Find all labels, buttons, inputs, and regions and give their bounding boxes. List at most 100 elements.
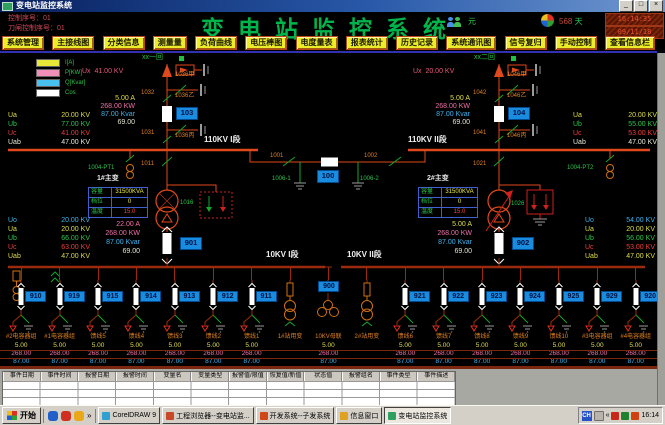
- feeder-label: 馈线1: [232, 334, 270, 341]
- breaker-100[interactable]: 100: [317, 170, 339, 183]
- feeder-drop-line: [59, 267, 60, 280]
- breaker-902[interactable]: 902: [512, 237, 534, 250]
- feeder-column: 1#站用变: [271, 267, 309, 366]
- quick-launch-icon-2[interactable]: [61, 411, 71, 421]
- menu-button[interactable]: 系统管理: [2, 36, 44, 50]
- legend-row: I[A]: [36, 58, 85, 68]
- feeder-current: 5.00: [2, 341, 40, 350]
- taskbar-task[interactable]: 工程浏览器--变电站监...: [162, 407, 254, 424]
- breaker-ground-symbol: [386, 280, 424, 334]
- printer-icon[interactable]: [594, 411, 604, 421]
- windows-logo-icon: [541, 14, 554, 27]
- separator-line: [0, 350, 657, 351]
- menu-button[interactable]: 报表统计: [346, 36, 388, 50]
- pt1-label: 1004-PT1: [88, 165, 114, 172]
- minimize-button[interactable]: _: [619, 0, 633, 12]
- line1-current: 5.00 A: [83, 95, 135, 103]
- alarm-column-header: 状态值: [304, 372, 342, 381]
- disconnector-id: 1011: [141, 161, 154, 168]
- feeder-drop-line: [558, 267, 559, 280]
- menu-button[interactable]: 电压棒图: [245, 36, 287, 50]
- alarm-table-row[interactable]: [3, 381, 455, 389]
- menu-button[interactable]: 信号复归: [505, 36, 547, 50]
- task-icon: [166, 412, 174, 420]
- taskbar-task[interactable]: 变电站监控系统: [384, 407, 451, 424]
- quick-launch-icon-3[interactable]: [74, 411, 84, 421]
- legend-label: P[KW]: [65, 70, 82, 76]
- feeder-current: 5.00: [40, 341, 78, 350]
- taskbar-task[interactable]: 开发系统--子发系统: [256, 407, 335, 424]
- task-icon: [102, 412, 110, 420]
- feeder-drop-line: [251, 267, 252, 280]
- feeder-label: 1#站用变: [271, 334, 309, 341]
- t1-power: 268.00 KW: [86, 230, 140, 239]
- feeder-current: 5.00: [386, 341, 424, 350]
- menu-button[interactable]: 查看信息栏: [605, 36, 655, 50]
- line1-measurements: 5.00 A 268.00 KW 87.00 Kvar 69.00: [83, 95, 135, 127]
- station-transformer-symbol: [348, 280, 386, 334]
- breaker-number-box[interactable]: 920: [640, 291, 657, 302]
- menu-button[interactable]: 历史记录: [396, 36, 438, 50]
- task-icon: [260, 412, 268, 420]
- line1-reactive: 87.00 Kvar: [83, 111, 135, 119]
- feeder-label: 2#站用变: [348, 334, 386, 341]
- feeder-power: 268.00: [117, 350, 155, 358]
- feeder-current: 5.00: [424, 341, 462, 350]
- voltage-row: Ua20.00 KV: [8, 225, 90, 234]
- alarm-column-header: 报警时间: [116, 372, 154, 381]
- line2-power: 268.00 KW: [418, 103, 470, 111]
- feeder-current: 5.00: [309, 341, 347, 350]
- tray-overflow-chevron[interactable]: «: [606, 412, 610, 419]
- quick-launch: »: [43, 409, 96, 423]
- voltage-row: Uab47.00 KV: [585, 252, 655, 261]
- menu-button[interactable]: 分类信息: [103, 36, 145, 50]
- feeder-drop-line: [290, 267, 291, 280]
- taskbar-task[interactable]: 信息窗口: [336, 407, 382, 424]
- close-button[interactable]: ×: [649, 0, 663, 12]
- line1-power: 268.00 KW: [83, 103, 135, 111]
- alarm-column-header: 事件描述: [417, 372, 455, 381]
- menu-button[interactable]: 电度量表: [296, 36, 338, 50]
- breaker-number-box[interactable]: 900: [318, 281, 339, 292]
- language-indicator[interactable]: CH: [582, 411, 592, 421]
- system-tray: CH « 16:14: [578, 407, 663, 424]
- quick-launch-icon-1[interactable]: [48, 411, 58, 421]
- feeder-label: 馈线7: [424, 334, 462, 341]
- bus110-right-voltages: Ua20.00 KVUb55.00 KVUc53.00 KVUab47.00 K…: [573, 111, 657, 147]
- maximize-button[interactable]: □: [634, 0, 648, 12]
- feeder-column: 922 馈线7 5.00 268.00 87.00: [424, 267, 462, 366]
- right-panel-band: [657, 53, 665, 405]
- menu-button[interactable]: 主接线图: [52, 36, 94, 50]
- alarm-table-row[interactable]: [3, 397, 455, 405]
- menu-button[interactable]: 手动控制: [555, 36, 597, 50]
- feeder-current: 5.00: [117, 341, 155, 350]
- voltage-row: Uab47.00 KV: [573, 138, 657, 147]
- session-value: 元: [468, 17, 476, 26]
- quick-launch-overflow[interactable]: »: [87, 411, 91, 420]
- feeder-drop-line: [21, 267, 22, 280]
- tray-icon-red-shield[interactable]: [631, 412, 639, 420]
- breaker-104[interactable]: 104: [508, 107, 530, 120]
- feeder-reactive: 87.00: [617, 358, 655, 366]
- start-button[interactable]: 开始: [2, 407, 41, 424]
- alarm-column-header: 报警值/限值: [229, 372, 267, 381]
- t1-switch-1016: 1016: [180, 200, 193, 207]
- breaker-901[interactable]: 901: [180, 237, 202, 250]
- pt2-label: 1004-PT2: [567, 165, 593, 172]
- menu-button[interactable]: 系统通讯图: [446, 36, 496, 50]
- breaker-ground-symbol: [617, 280, 655, 334]
- menu-button[interactable]: 负荷曲线: [195, 36, 237, 50]
- menu-button[interactable]: 测量量: [153, 36, 187, 50]
- feeder-drop-line: [597, 267, 598, 280]
- taskbar-task[interactable]: CorelDRAW 9: [98, 407, 160, 424]
- feeder-column: 924 馈线9 5.00 268.00 87.00: [501, 267, 539, 366]
- breaker-103[interactable]: 103: [176, 107, 198, 120]
- alarm-table-row[interactable]: [3, 389, 455, 397]
- tray-icon-green-shield[interactable]: [621, 412, 629, 420]
- feeder-column: 921 馈线6 5.00 268.00 87.00: [386, 267, 424, 366]
- feeder-symbol: 911: [232, 280, 270, 334]
- alarm-column-header: 变量类型: [191, 372, 229, 381]
- feeder-current: 5.00: [194, 341, 232, 350]
- tray-icon-red[interactable]: [611, 412, 619, 420]
- feeder-symbol: 921: [386, 280, 424, 334]
